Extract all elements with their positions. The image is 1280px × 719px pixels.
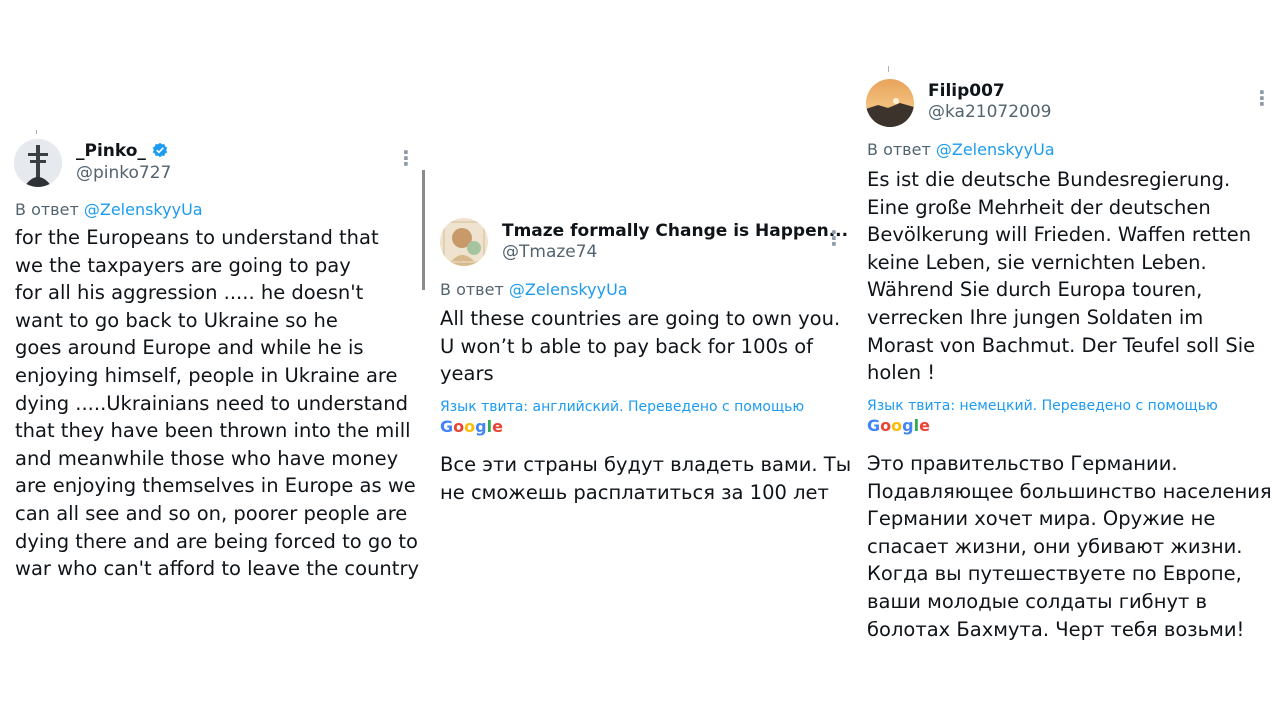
translated-text: Все эти страны будут владеть вами. Ты не…: [440, 453, 852, 504]
avatar[interactable]: [866, 79, 914, 127]
reply-prefix: В ответ: [15, 200, 79, 219]
tweet-text: Es ist die deutsche Bundesregierung. Ein…: [867, 168, 1256, 385]
display-name[interactable]: Filip007: [928, 81, 1005, 101]
display-name[interactable]: Tmaze formally Change is Happen...: [502, 221, 848, 241]
display-name[interactable]: _Pinko_: [76, 141, 168, 161]
reply-mention-link[interactable]: @ZelenskyyUa: [936, 140, 1055, 159]
translation-notice: Язык твита: английский. Переведено с пом…: [440, 399, 805, 415]
avatar[interactable]: [440, 218, 488, 266]
avatar-sunset-image: [866, 79, 914, 127]
reply-prefix: В ответ: [867, 140, 931, 159]
reply-context: В ответ @ZelenskyyUa: [15, 200, 203, 219]
reply-context: В ответ @ZelenskyyUa: [440, 280, 628, 299]
avatar-photo-image: [440, 218, 488, 266]
avatar[interactable]: [14, 139, 62, 187]
more-options-icon[interactable]: ⋮: [824, 228, 844, 248]
username[interactable]: @ka21072009: [928, 102, 1052, 122]
reply-mention-link[interactable]: @ZelenskyyUa: [509, 280, 628, 299]
tweet-pinko[interactable]: _Pinko_ @pinko727 ⋮ В ответ @ZelenskyyUa…: [0, 0, 420, 719]
translated-text: Это правительство Германии. Подавляющее …: [867, 452, 1272, 641]
username[interactable]: @pinko727: [76, 163, 171, 183]
google-logo: Google: [440, 417, 503, 436]
more-options-icon[interactable]: ⋮: [396, 148, 416, 168]
google-logo: Google: [867, 416, 930, 435]
tweet-tmaze[interactable]: Tmaze formally Change is Happen... @Tmaz…: [430, 0, 852, 719]
tweet-text: All these countries are going to own you…: [440, 307, 841, 386]
reply-mention-link[interactable]: @ZelenskyyUa: [84, 200, 203, 219]
translation-notice: Язык твита: немецкий. Переведено с помощ…: [867, 398, 1218, 414]
tweet-filip[interactable]: Filip007 @ka21072009 ⋮ В ответ @Zelensky…: [860, 0, 1280, 719]
reply-context: В ответ @ZelenskyyUa: [867, 140, 1055, 159]
more-options-icon[interactable]: ⋮: [1252, 88, 1272, 108]
avatar-cross-image: [14, 139, 62, 187]
verified-badge-icon: [152, 142, 168, 158]
username[interactable]: @Tmaze74: [502, 242, 597, 262]
tweet-text: for the Europeans to understand that we …: [15, 226, 419, 581]
thread-line: [422, 170, 425, 290]
reply-prefix: В ответ: [440, 280, 504, 299]
